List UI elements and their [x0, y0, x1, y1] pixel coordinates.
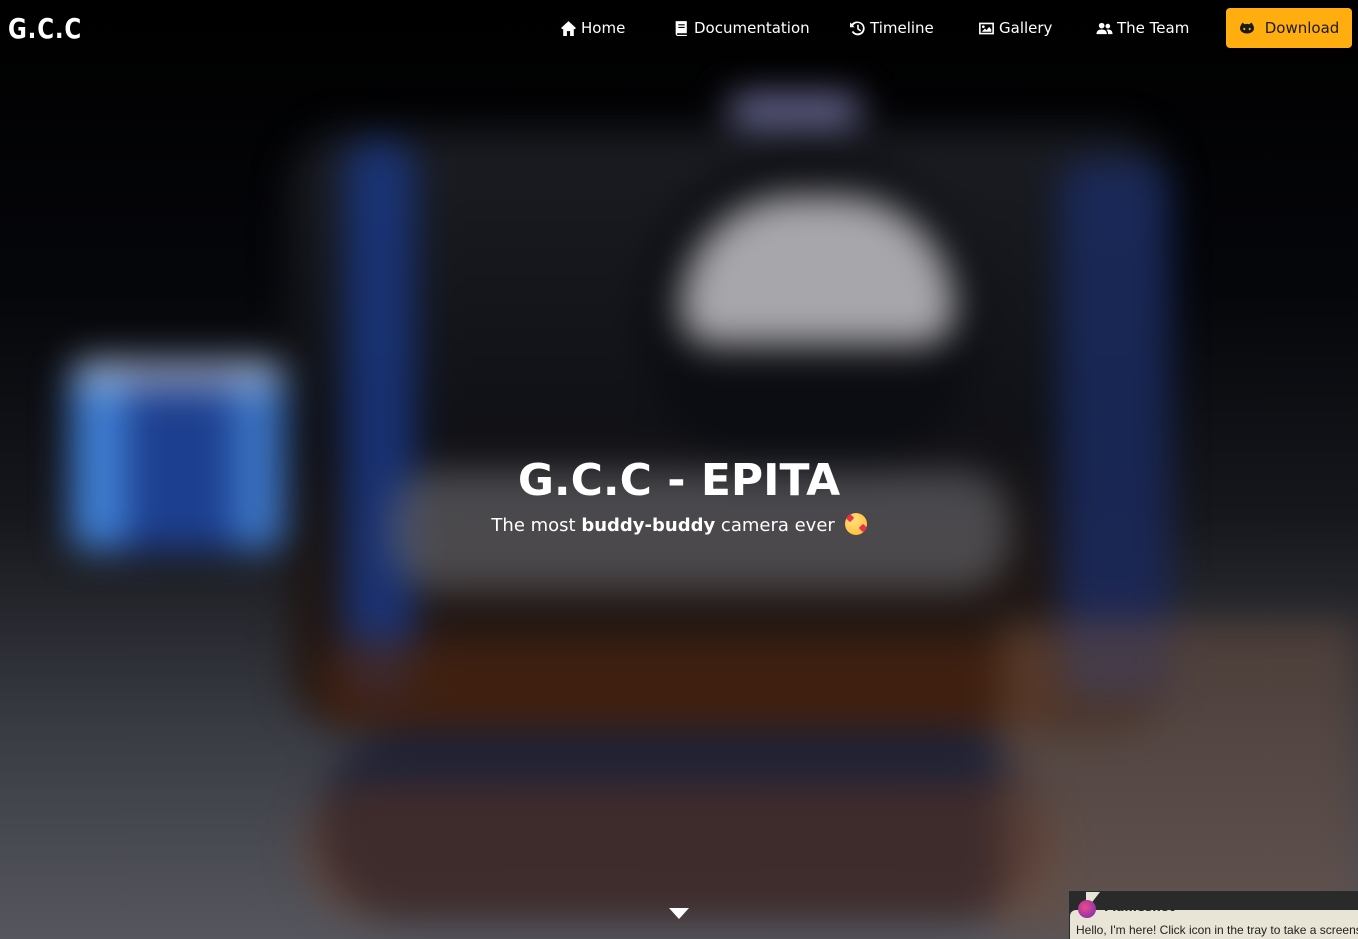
nav-item-label: Timeline — [870, 19, 934, 37]
brand-logo[interactable]: G.C.C — [8, 12, 82, 45]
users-icon — [1096, 22, 1113, 34]
hero-subtitle: The most buddy-buddy camera ever — [0, 513, 1358, 536]
github-icon — [1239, 22, 1254, 34]
subtitle-prefix: The most — [491, 515, 582, 536]
home-icon — [561, 20, 576, 36]
nav-item-label: Home — [581, 19, 626, 37]
nav-item-gallery[interactable]: Gallery — [978, 19, 1052, 37]
history-icon — [850, 21, 865, 35]
subtitle-bold: buddy-buddy — [581, 515, 716, 536]
nav-item-label: Gallery — [999, 19, 1053, 37]
navbar: G.C.C Home Documentation Timeline Galler… — [0, 0, 1358, 56]
smiling-face-with-hearts-icon — [844, 513, 867, 535]
book-icon — [675, 20, 687, 36]
nav-item-documentation[interactable]: Documentation — [673, 19, 810, 37]
caret-down-icon[interactable] — [669, 908, 689, 919]
nav-item-label: The Team — [1117, 19, 1190, 37]
nav-item-the-team[interactable]: The Team — [1096, 19, 1189, 37]
nav-item-home[interactable]: Home — [560, 19, 625, 37]
download-label: Download — [1264, 19, 1340, 37]
image-icon — [979, 22, 994, 34]
nav-item-label: Documentation — [694, 19, 810, 37]
nav-item-timeline[interactable]: Timeline — [849, 19, 934, 37]
download-button[interactable]: Download — [1226, 8, 1352, 48]
subtitle-suffix: camera ever — [715, 515, 835, 536]
notification-message: Hello, I'm here! Click icon in the tray … — [1076, 923, 1358, 937]
notification-app-name: Flameshot — [1104, 900, 1175, 912]
hero-title: G.C.C - EPITA — [517, 455, 841, 506]
flameshot-icon — [1078, 900, 1096, 918]
